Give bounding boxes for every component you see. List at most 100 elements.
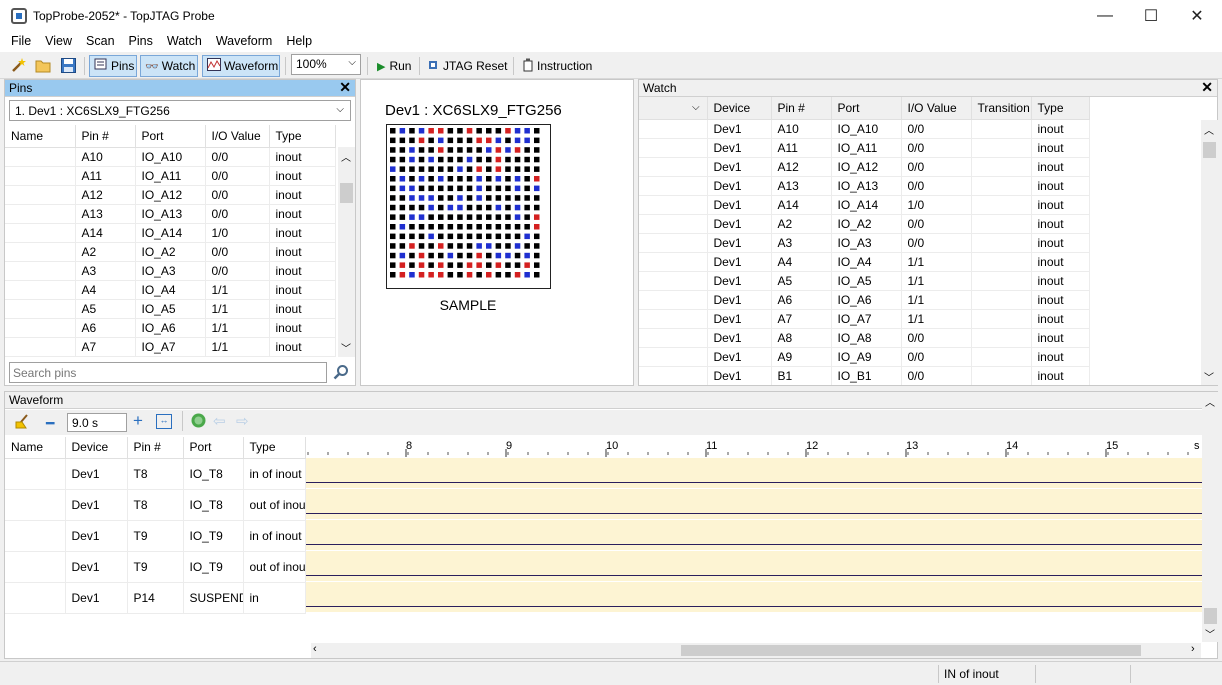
- pin-pad[interactable]: [534, 252, 540, 259]
- pin-pad[interactable]: [476, 147, 482, 153]
- close-icon[interactable]: ✕: [1201, 79, 1213, 96]
- pin-pad[interactable]: [447, 272, 454, 278]
- pin-pad[interactable]: [457, 252, 463, 259]
- pin-pad[interactable]: [524, 176, 530, 182]
- pins-table-row[interactable]: A13 IO_A13 0/0 inout: [5, 204, 336, 224]
- pin-pad[interactable]: [418, 128, 425, 134]
- pin-pad[interactable]: [390, 166, 396, 172]
- pin-pad[interactable]: [399, 224, 406, 230]
- pin-pad[interactable]: [534, 137, 540, 144]
- pin-pad[interactable]: [495, 185, 502, 192]
- refresh-icon[interactable]: [190, 412, 207, 432]
- pin-pad[interactable]: [466, 272, 473, 278]
- pin-pad[interactable]: [457, 224, 463, 230]
- pin-pad[interactable]: [457, 272, 463, 278]
- pins-toggle-button[interactable]: Pins: [89, 55, 137, 77]
- pin-pad[interactable]: [447, 262, 454, 268]
- pin-pad[interactable]: [409, 224, 415, 230]
- pin-pad[interactable]: [409, 233, 415, 240]
- pin-pad[interactable]: [495, 128, 502, 134]
- pin-pad[interactable]: [399, 214, 406, 220]
- pin-pad[interactable]: [438, 156, 444, 163]
- pin-pad[interactable]: [438, 176, 444, 182]
- scroll-down-icon[interactable]: ﹀: [341, 340, 351, 355]
- pin-pad[interactable]: [514, 204, 521, 211]
- pin-pad[interactable]: [438, 272, 444, 278]
- zoom-fit-icon[interactable]: ↔: [156, 414, 172, 429]
- pin-pad[interactable]: [390, 156, 396, 163]
- pin-pad[interactable]: [466, 185, 473, 192]
- pin-pad[interactable]: [505, 128, 511, 134]
- pins-column-header[interactable]: Pin #: [75, 125, 136, 148]
- pin-pad[interactable]: [534, 166, 540, 172]
- pin-pad[interactable]: [505, 147, 511, 153]
- pin-pad[interactable]: [495, 166, 502, 172]
- broom-icon[interactable]: [13, 413, 30, 433]
- pin-pad[interactable]: [390, 233, 396, 240]
- pins-table-row[interactable]: A6 IO_A6 1/1 inout: [5, 318, 336, 338]
- pin-pad[interactable]: [486, 214, 492, 220]
- pin-pad[interactable]: [495, 243, 502, 249]
- watch-table-row[interactable]: Dev1 A6 IO_A6 1/1 inout: [639, 290, 1090, 310]
- pin-pad[interactable]: [486, 195, 492, 201]
- pin-pad[interactable]: [399, 262, 406, 268]
- pin-pad[interactable]: [495, 176, 502, 182]
- pin-pad[interactable]: [495, 233, 502, 240]
- pin-pad[interactable]: [418, 252, 425, 259]
- pin-pad[interactable]: [390, 176, 396, 182]
- menu-watch[interactable]: Watch: [167, 32, 202, 52]
- wave-column-header[interactable]: Port: [183, 437, 244, 459]
- pin-pad[interactable]: [486, 128, 492, 134]
- time-scale-input[interactable]: 9.0 s: [67, 413, 127, 432]
- pin-pad[interactable]: [495, 262, 502, 268]
- waveform-hscrollbar[interactable]: ‹ ›: [311, 643, 1201, 658]
- pin-pad[interactable]: [524, 224, 530, 230]
- pin-pad[interactable]: [418, 233, 425, 240]
- pin-pad[interactable]: [466, 262, 473, 268]
- pin-pad[interactable]: [486, 156, 492, 163]
- watch-column-header[interactable]: Pin #: [771, 97, 832, 120]
- menu-pins[interactable]: Pins: [129, 32, 153, 52]
- scroll-thumb[interactable]: [1203, 142, 1216, 158]
- wave-column-header[interactable]: Type: [243, 437, 306, 459]
- pin-pad[interactable]: [534, 272, 540, 278]
- pin-pad[interactable]: [428, 195, 434, 201]
- pin-pad[interactable]: [495, 224, 502, 230]
- pin-pad[interactable]: [514, 233, 521, 240]
- pin-pad[interactable]: [505, 195, 511, 201]
- pins-table-row[interactable]: A5 IO_A5 1/1 inout: [5, 299, 336, 319]
- pins-table-row[interactable]: A7 IO_A7 1/1 inout: [5, 337, 336, 357]
- pin-pad[interactable]: [418, 137, 425, 144]
- pin-pad[interactable]: [505, 156, 511, 163]
- pin-pad[interactable]: [418, 147, 425, 153]
- pin-pad[interactable]: [534, 156, 540, 163]
- open-folder-icon[interactable]: [33, 56, 53, 74]
- pin-pad[interactable]: [390, 262, 396, 268]
- pin-pad[interactable]: [390, 224, 396, 230]
- pin-pad[interactable]: [524, 272, 530, 278]
- pin-pad[interactable]: [438, 252, 444, 259]
- scroll-up-icon[interactable]: ︿: [341, 149, 351, 164]
- pin-pad[interactable]: [486, 243, 492, 249]
- watch-table-row[interactable]: Dev1 A13 IO_A13 0/0 inout: [639, 176, 1090, 196]
- waveform-trace-row[interactable]: [306, 489, 1202, 520]
- pin-pad[interactable]: [409, 252, 415, 259]
- pin-pad[interactable]: [428, 185, 434, 192]
- pin-pad[interactable]: [447, 243, 454, 249]
- pin-pad[interactable]: [534, 195, 540, 201]
- pin-pad[interactable]: [438, 195, 444, 201]
- pin-pad[interactable]: [466, 252, 473, 259]
- pin-pad[interactable]: [505, 272, 511, 278]
- pin-pad[interactable]: [457, 147, 463, 153]
- pins-table-row[interactable]: A12 IO_A12 0/0 inout: [5, 185, 336, 205]
- pin-pad[interactable]: [428, 252, 434, 259]
- wave-column-header[interactable]: Pin #: [127, 437, 184, 459]
- watch-table-row[interactable]: Dev1 A4 IO_A4 1/1 inout: [639, 252, 1090, 272]
- watch-column-header[interactable]: I/O Value: [901, 97, 972, 120]
- pin-pad[interactable]: [514, 147, 521, 153]
- pin-pad[interactable]: [476, 204, 482, 211]
- pin-pad[interactable]: [390, 243, 396, 249]
- pin-pad[interactable]: [409, 156, 415, 163]
- wave-table-row[interactable]: Dev1 T8 IO_T8 out of inout: [5, 489, 306, 521]
- pin-pad[interactable]: [466, 195, 473, 201]
